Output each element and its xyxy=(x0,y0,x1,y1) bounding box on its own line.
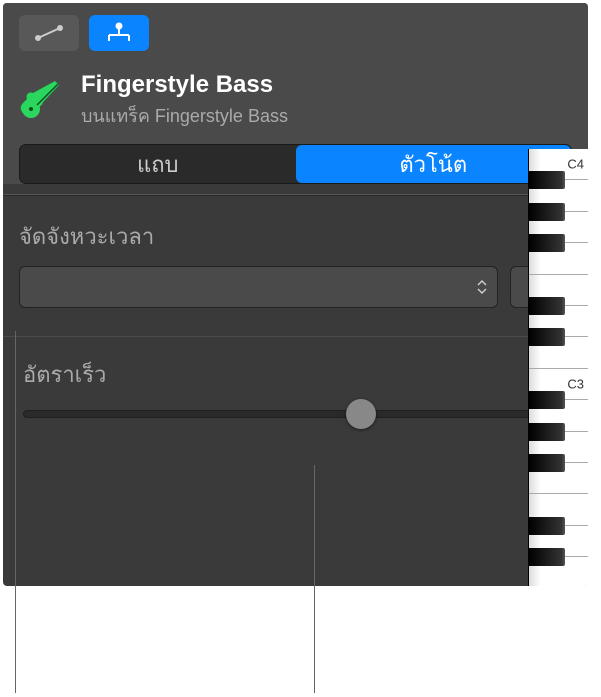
piano-black-key[interactable] xyxy=(529,297,565,315)
quantize-select[interactable] xyxy=(19,266,498,308)
toolbar xyxy=(3,3,588,59)
automation-tool-button[interactable] xyxy=(19,15,79,51)
automation-curve-icon xyxy=(33,23,65,43)
quantize-label: จัดจังหวะเวลา xyxy=(19,219,572,254)
piano-black-key[interactable] xyxy=(529,391,565,409)
piano-black-key[interactable] xyxy=(529,454,565,472)
segment-strip[interactable]: แถบ xyxy=(20,145,296,183)
piano-black-key[interactable] xyxy=(529,234,565,252)
guitar-icon xyxy=(19,79,63,123)
track-header: Fingerstyle Bass บนแทร็ค Fingerstyle Bas… xyxy=(3,59,588,144)
velocity-slider[interactable] xyxy=(23,410,568,418)
slider-thumb[interactable] xyxy=(346,399,376,429)
velocity-label: อัตราเร็ว xyxy=(23,357,106,392)
key-label-c3: C3 xyxy=(567,376,584,391)
midi-tool-icon xyxy=(103,21,135,45)
track-subtitle: บนแทร็ค Fingerstyle Bass xyxy=(81,101,288,130)
callout-line xyxy=(314,465,315,693)
piano-black-key[interactable] xyxy=(529,548,565,566)
piano-black-key[interactable] xyxy=(529,203,565,221)
title-block: Fingerstyle Bass บนแทร็ค Fingerstyle Bas… xyxy=(81,71,288,130)
callout-line xyxy=(15,331,16,693)
piano-black-key[interactable] xyxy=(529,328,565,346)
piano-black-key[interactable] xyxy=(529,517,565,535)
piano-black-key[interactable] xyxy=(529,171,565,189)
editor-body: จัดจังหวะเวลา Q อัตราเร็ว 80 xyxy=(3,194,588,418)
track-title: Fingerstyle Bass xyxy=(81,71,288,99)
chevron-updown-icon xyxy=(477,280,487,294)
midi-edit-button[interactable] xyxy=(89,15,149,51)
key-label-c4: C4 xyxy=(567,157,584,172)
view-mode-segmented-control: แถบ ตัวโน้ต xyxy=(19,144,572,184)
quantize-row: Q xyxy=(19,266,572,308)
piano-black-key[interactable] xyxy=(529,423,565,441)
piano-keyboard[interactable]: C4 C3 xyxy=(528,149,588,586)
velocity-row: อัตราเร็ว 80 xyxy=(19,357,572,392)
